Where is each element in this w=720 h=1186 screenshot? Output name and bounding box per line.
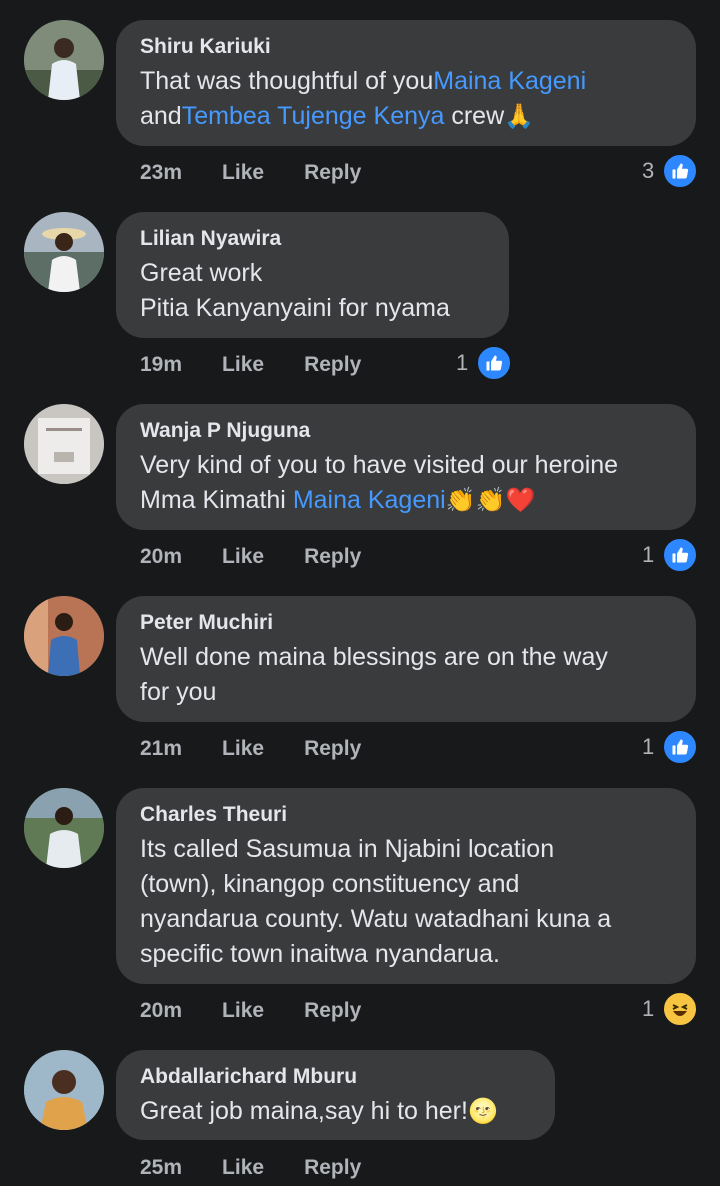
like-button[interactable]: Like — [222, 545, 264, 569]
timestamp[interactable]: 19m — [140, 353, 182, 377]
timestamp[interactable]: 21m — [140, 737, 182, 761]
reply-button[interactable]: Reply — [304, 545, 361, 569]
comment-author[interactable]: Peter Muchiri — [140, 610, 672, 636]
comment-text: That was thoughtful of youMaina Kageni a… — [140, 64, 672, 134]
comment-bubble: Lilian Nyawira Great work Pitia Kanyanya… — [116, 212, 509, 338]
reaction-summary[interactable]: 1 — [642, 991, 699, 1027]
like-icon — [662, 729, 699, 765]
reaction-count: 1 — [642, 734, 655, 759]
avatar[interactable] — [24, 1050, 104, 1130]
reply-button[interactable]: Reply — [304, 737, 361, 761]
moon-face-emoji: 🌝 — [467, 1097, 498, 1125]
comment-text: Well done maina blessings are on the way… — [140, 643, 608, 706]
haha-icon — [662, 991, 699, 1027]
like-button[interactable]: Like — [222, 737, 264, 761]
avatar[interactable] — [24, 212, 104, 292]
comment-actions: 20m Like Reply — [140, 996, 361, 1026]
reaction-summary[interactable]: 3 — [642, 153, 699, 189]
comment-author[interactable]: Abdallarichard Mburu — [140, 1064, 531, 1090]
like-button[interactable]: Like — [222, 161, 264, 185]
text-segment: crew — [444, 102, 505, 130]
comment-text: Very kind of you to have visited our her… — [140, 448, 672, 518]
reaction-count: 1 — [456, 350, 469, 375]
timestamp[interactable]: 25m — [140, 1156, 182, 1180]
like-icon — [476, 345, 513, 381]
timestamp[interactable]: 20m — [140, 545, 182, 569]
text-segment: That was thoughtful of you — [140, 67, 434, 95]
comment-bubble: Wanja P Njuguna Very kind of you to have… — [116, 404, 696, 530]
mention-link[interactable]: Tembea Tujenge Kenya — [182, 102, 445, 130]
like-button[interactable]: Like — [222, 1156, 264, 1180]
reaction-count: 1 — [642, 542, 655, 567]
reaction-summary[interactable]: 1 — [642, 537, 699, 573]
mention-link[interactable]: Maina Kageni — [293, 486, 446, 514]
reply-button[interactable]: Reply — [304, 999, 361, 1023]
like-button[interactable]: Like — [222, 353, 264, 377]
avatar[interactable] — [24, 788, 104, 868]
comment-text: Great work Pitia Kanyanyaini for nyama — [140, 259, 450, 322]
comment-author[interactable]: Shiru Kariuki — [140, 34, 672, 60]
avatar[interactable] — [24, 20, 104, 100]
comment-author[interactable]: Wanja P Njuguna — [140, 418, 672, 444]
reply-button[interactable]: Reply — [304, 1156, 361, 1180]
comment-bubble: Charles Theuri Its called Sasumua in Nja… — [116, 788, 696, 984]
comment-actions: 20m Like Reply — [140, 542, 361, 572]
like-icon — [662, 153, 699, 189]
comment-bubble: Shiru Kariuki That was thoughtful of you… — [116, 20, 696, 146]
folded-hands-emoji: 🙏 — [504, 102, 535, 130]
comment-actions: 25m Like Reply — [140, 1153, 361, 1183]
like-icon — [662, 537, 699, 573]
mention-link[interactable]: Maina Kageni — [433, 67, 586, 95]
reply-button[interactable]: Reply — [304, 353, 361, 377]
reaction-summary[interactable]: 1 — [642, 729, 699, 765]
avatar[interactable] — [24, 404, 104, 484]
comment-actions: 23m Like Reply — [140, 158, 361, 188]
comment-author[interactable]: Charles Theuri — [140, 802, 672, 828]
text-segment: Great job maina,say hi to her! — [140, 1097, 468, 1125]
timestamp[interactable]: 23m — [140, 161, 182, 185]
avatar[interactable] — [24, 596, 104, 676]
comment-actions: 21m Like Reply — [140, 734, 361, 764]
like-button[interactable]: Like — [222, 999, 264, 1023]
clap-heart-emoji: 👏👏❤️ — [445, 486, 536, 514]
reaction-summary[interactable]: 1 — [456, 345, 513, 381]
timestamp[interactable]: 20m — [140, 999, 182, 1023]
reaction-count: 1 — [642, 996, 655, 1021]
comment-text: Its called Sasumua in Njabini location (… — [140, 835, 612, 968]
reply-button[interactable]: Reply — [304, 161, 361, 185]
text-segment: and — [140, 102, 182, 130]
comment-bubble: Abdallarichard Mburu Great job maina,say… — [116, 1050, 555, 1140]
comment-bubble: Peter Muchiri Well done maina blessings … — [116, 596, 696, 722]
comment-actions: 19m Like Reply — [140, 350, 361, 380]
comment-text: Great job maina,say hi to her!🌝 — [140, 1094, 531, 1129]
comment-author[interactable]: Lilian Nyawira — [140, 226, 485, 252]
reaction-count: 3 — [642, 158, 655, 183]
